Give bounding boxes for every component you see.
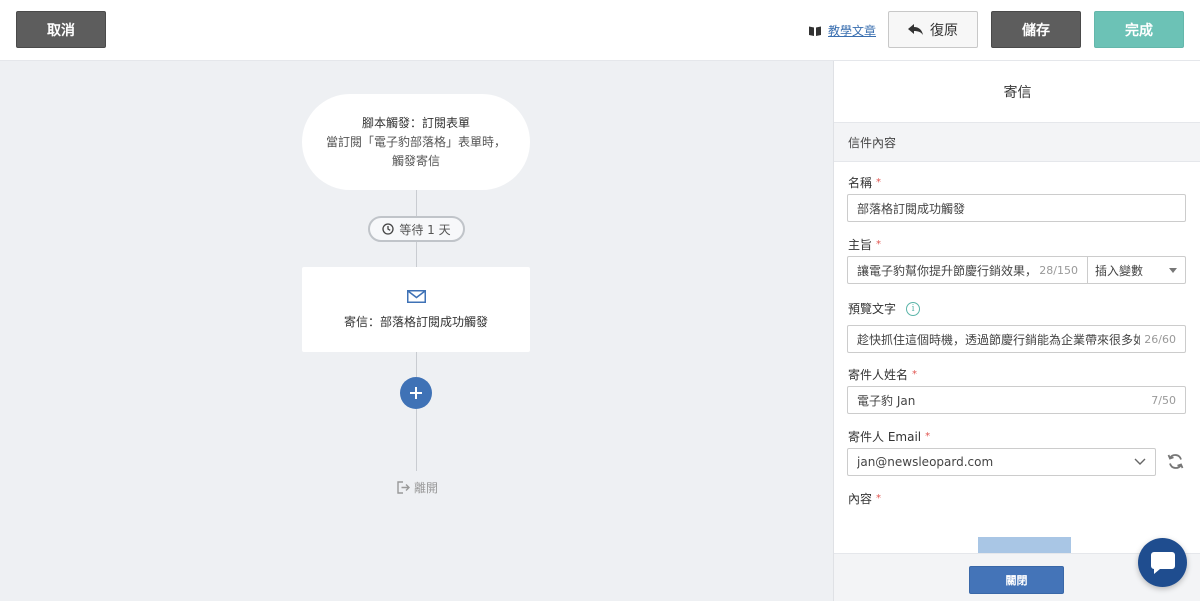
cancel-button[interactable]: 取消 bbox=[16, 11, 106, 48]
info-icon[interactable]: i bbox=[906, 301, 921, 316]
email-step-label: 寄信：部落格訂閱成功觸發 bbox=[343, 314, 488, 329]
refresh-icon bbox=[1167, 453, 1183, 469]
exit-icon bbox=[397, 481, 410, 494]
subject-counter: 28/150 bbox=[1039, 263, 1078, 277]
chat-bubble-icon bbox=[1150, 551, 1175, 574]
preview-text-value: 趁快抓住這個時機，透過節慶行銷能為企業帶來很多如 bbox=[857, 332, 1141, 347]
book-icon bbox=[809, 26, 821, 36]
email-settings-panel: 寄信 信件內容 名稱 * 部落格訂閱成功觸發 主旨 * 讓電子豹幫你提升節慶行銷… bbox=[833, 61, 1200, 601]
name-input-value: 部落格訂閱成功觸發 bbox=[857, 201, 966, 216]
insert-variable-select[interactable]: 插入變數 bbox=[1087, 256, 1186, 284]
sender-name-input[interactable]: 電子豹 Jan 7/50 bbox=[847, 386, 1186, 414]
insert-variable-label: 插入變數 bbox=[1095, 263, 1144, 278]
sender-email-value: jan@newsleopard.com bbox=[857, 455, 994, 469]
required-mark: * bbox=[876, 493, 882, 504]
subject-label-text: 主旨 bbox=[848, 238, 873, 252]
required-mark: * bbox=[912, 369, 918, 380]
done-button[interactable]: 完成 bbox=[1094, 11, 1184, 48]
required-mark: * bbox=[925, 431, 931, 442]
connector-line bbox=[416, 190, 417, 216]
flow-canvas: 腳本觸發：訂閱表單 當訂閱「電子豹部落格」表單時， 觸發寄信 等待 1 天 寄信… bbox=[0, 61, 833, 601]
preview-text-counter: 26/60 bbox=[1144, 332, 1176, 346]
sender-email-select[interactable]: jan@newsleopard.com bbox=[847, 448, 1156, 476]
wait-step[interactable]: 等待 1 天 bbox=[368, 216, 465, 242]
exit-node: 離開 bbox=[397, 479, 438, 496]
name-label: 名稱 * bbox=[848, 174, 881, 191]
content-preview-thumbnail[interactable] bbox=[978, 537, 1071, 553]
tutorial-link[interactable]: 教學文章 bbox=[808, 22, 876, 39]
required-mark: * bbox=[876, 177, 882, 188]
plus-icon bbox=[410, 387, 422, 399]
close-button[interactable]: 關閉 bbox=[969, 566, 1064, 594]
required-mark: * bbox=[876, 239, 882, 250]
caret-down-icon bbox=[1169, 267, 1177, 273]
subject-label: 主旨 * bbox=[848, 236, 881, 253]
connector-line bbox=[416, 409, 417, 471]
envelope-icon bbox=[406, 289, 426, 303]
chevron-down-icon bbox=[1134, 458, 1146, 465]
subject-input-value: 讓電子豹幫你提升節慶行銷效果， bbox=[857, 263, 1036, 278]
trigger-node[interactable]: 腳本觸發：訂閱表單 當訂閱「電子豹部落格」表單時， 觸發寄信 bbox=[302, 94, 530, 190]
name-input[interactable]: 部落格訂閱成功觸發 bbox=[847, 194, 1186, 222]
sender-name-counter: 7/50 bbox=[1151, 393, 1176, 407]
trigger-desc-line1: 當訂閱「電子豹部落格」表單時， bbox=[325, 134, 506, 149]
undo-arrow-icon bbox=[908, 23, 923, 35]
undo-button[interactable]: 復原 bbox=[888, 11, 978, 48]
save-button[interactable]: 儲存 bbox=[991, 11, 1081, 48]
name-label-text: 名稱 bbox=[848, 176, 873, 190]
sender-name-value: 電子豹 Jan bbox=[857, 393, 916, 408]
wait-step-label: 等待 1 天 bbox=[399, 222, 451, 237]
connector-line bbox=[416, 352, 417, 377]
preview-label: 預覽文字 i bbox=[848, 300, 921, 317]
preview-text-input[interactable]: 趁快抓住這個時機，透過節慶行銷能為企業帶來很多如 26/60 bbox=[847, 325, 1186, 353]
refresh-button[interactable] bbox=[1165, 451, 1185, 471]
email-step-node[interactable]: 寄信：部落格訂閱成功觸發 bbox=[302, 267, 530, 352]
sender-email-label-text: 寄件人 Email bbox=[848, 430, 922, 444]
preview-label-text: 預覽文字 bbox=[848, 302, 897, 316]
subject-input[interactable]: 讓電子豹幫你提升節慶行銷效果， 28/150 bbox=[847, 256, 1088, 284]
exit-label: 離開 bbox=[414, 481, 439, 495]
content-label: 內容 * bbox=[848, 490, 881, 507]
sender-email-label: 寄件人 Email * bbox=[848, 428, 930, 445]
sender-name-label-text: 寄件人姓名 bbox=[848, 368, 909, 382]
trigger-desc-line2: 觸發寄信 bbox=[391, 153, 440, 168]
section-header: 信件內容 bbox=[834, 123, 1200, 162]
trigger-title: 腳本觸發：訂閱表單 bbox=[361, 115, 470, 130]
sender-name-label: 寄件人姓名 * bbox=[848, 366, 917, 383]
connector-line bbox=[416, 242, 417, 267]
undo-button-label: 復原 bbox=[930, 22, 958, 39]
tutorial-link-label: 教學文章 bbox=[828, 24, 877, 38]
add-step-button[interactable] bbox=[400, 377, 432, 409]
clock-icon bbox=[382, 223, 395, 235]
panel-title: 寄信 bbox=[834, 61, 1200, 123]
content-label-text: 內容 bbox=[848, 492, 873, 506]
chat-widget-button[interactable] bbox=[1138, 538, 1187, 587]
top-toolbar: 取消 教學文章 復原 儲存 完成 bbox=[0, 0, 1200, 61]
